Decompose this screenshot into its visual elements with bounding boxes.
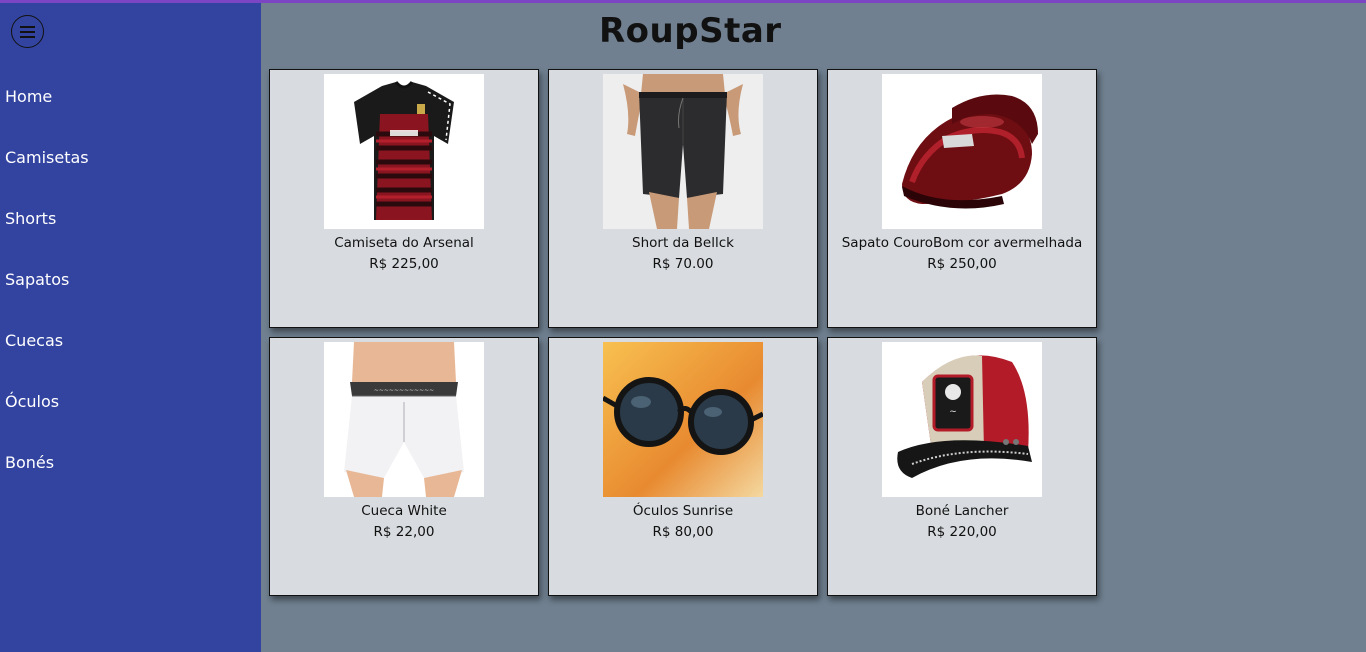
sidebar-item-sapatos[interactable]: Sapatos [5, 270, 69, 290]
product-image-boxer: ~~~~~~~~~~~~ [324, 342, 484, 497]
product-name: Cueca White [361, 503, 447, 519]
sidebar-item-bones[interactable]: Bonés [5, 453, 54, 473]
product-name: Short da Bellck [632, 235, 734, 251]
product-price: R$ 225,00 [369, 256, 439, 272]
sidebar-item-camisetas[interactable]: Camisetas [5, 148, 89, 168]
product-image-cap: ~ [882, 342, 1042, 497]
product-card[interactable]: Short da Bellck R$ 70.00 [548, 69, 818, 328]
menu-line [20, 26, 35, 28]
product-card[interactable]: Camiseta do Arsenal R$ 225,00 [269, 69, 539, 328]
sidebar-item-shorts[interactable]: Shorts [5, 209, 56, 229]
product-price: R$ 70.00 [652, 256, 714, 272]
svg-text:~~~~~~~~~~~~: ~~~~~~~~~~~~ [374, 387, 434, 394]
product-card[interactable]: Óculos Sunrise R$ 80,00 [548, 337, 818, 596]
product-price: R$ 80,00 [652, 524, 714, 540]
sidebar-item-home[interactable]: Home [5, 87, 52, 107]
sidebar-item-oculos[interactable]: Óculos [5, 392, 59, 412]
product-price: R$ 22,00 [373, 524, 435, 540]
sidebar: Home Camisetas Shorts Sapatos Cuecas Ócu… [0, 3, 261, 652]
product-image-shirt [324, 74, 484, 229]
product-card[interactable]: ~~~~~~~~~~~~ Cueca White R$ 22,00 [269, 337, 539, 596]
menu-line [20, 36, 35, 38]
hamburger-menu-icon[interactable] [11, 15, 44, 48]
product-image-shorts [603, 74, 763, 229]
product-name: Sapato CouroBom cor avermelhada [841, 235, 1083, 251]
product-card[interactable]: Sapato CouroBom cor avermelhada R$ 250,0… [827, 69, 1097, 328]
product-name: Camiseta do Arsenal [334, 235, 474, 251]
product-name: Boné Lancher [915, 503, 1009, 519]
svg-text:~: ~ [949, 407, 957, 417]
product-image-sunglasses [603, 342, 763, 497]
sidebar-item-cuecas[interactable]: Cuecas [5, 331, 63, 351]
product-image-shoes [882, 74, 1042, 229]
product-card[interactable]: ~ Boné Lancher R$ 220,00 [827, 337, 1097, 596]
product-price: R$ 250,00 [927, 256, 997, 272]
menu-line [20, 31, 35, 33]
product-name: Óculos Sunrise [632, 503, 734, 519]
product-price: R$ 220,00 [927, 524, 997, 540]
page-title: RoupStar [599, 11, 782, 51]
